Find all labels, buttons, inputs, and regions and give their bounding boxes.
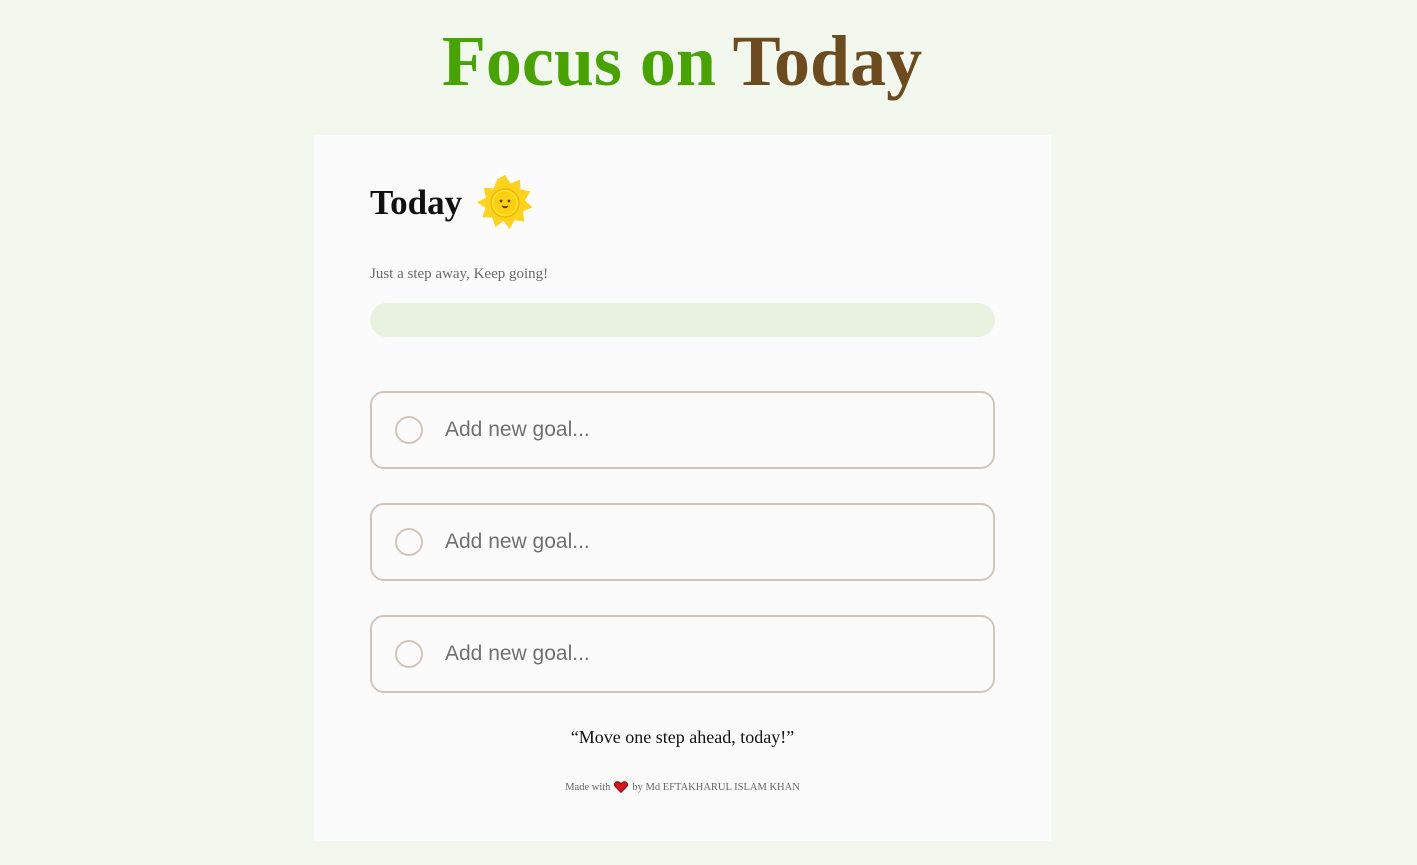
- goal-input[interactable]: [443, 529, 967, 555]
- goals-card: Today Just a step away, Keep going! “Mov…: [314, 135, 1051, 841]
- heart-icon: [614, 781, 629, 793]
- goal-item: [370, 391, 995, 469]
- app-title-today: Today: [732, 21, 923, 101]
- app-title-focus-on: Focus on: [441, 21, 716, 101]
- footer-credit: Made with by Md EFTAKHARUL ISLAM KHAN: [314, 781, 1051, 793]
- card-heading-title: Today: [370, 183, 463, 222]
- goal-input[interactable]: [443, 417, 967, 443]
- goal-input[interactable]: [443, 641, 967, 667]
- motivational-quote: “Move one step ahead, today!”: [570, 727, 795, 747]
- progress-message: Just a step away, Keep going!: [370, 266, 549, 282]
- sun-icon: [477, 175, 533, 229]
- footer-made-with: Made with: [565, 781, 611, 793]
- footer-author: by Md EFTAKHARUL ISLAM KHAN: [632, 781, 800, 793]
- goal-checkbox[interactable]: [395, 416, 423, 444]
- progress-bar: [370, 303, 995, 337]
- card-heading: Today: [370, 173, 534, 233]
- goal-checkbox[interactable]: [395, 640, 423, 668]
- goal-item: [370, 615, 995, 693]
- goal-checkbox[interactable]: [395, 528, 423, 556]
- goal-item: [370, 503, 995, 581]
- app-title: Focus on Today: [0, 18, 1364, 104]
